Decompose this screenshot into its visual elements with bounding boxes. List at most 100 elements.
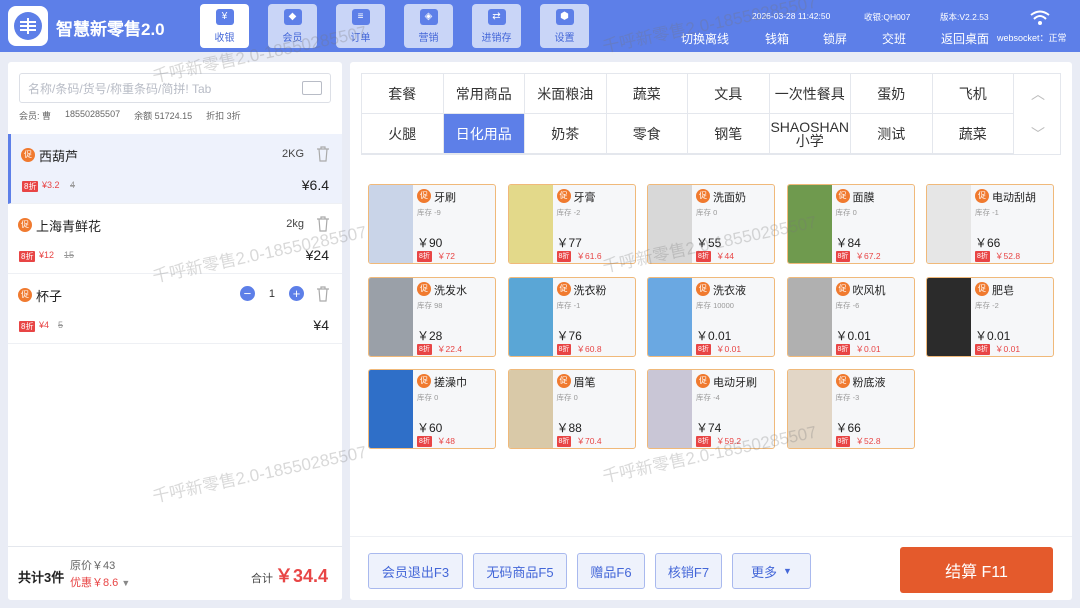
product-card[interactable]: 促电动牙刷 库存 -4 ￥74 8折 ￥59.2 — [647, 369, 775, 449]
discount-price: ￥72 — [437, 251, 455, 261]
trash-icon[interactable] — [316, 146, 330, 162]
nav-marketing[interactable]: ◈ 营销 — [404, 4, 453, 48]
product-stock: 库存 -9 — [417, 208, 441, 217]
promo-badge: 促 — [417, 281, 431, 296]
chevron-down-icon[interactable]: ﹀ — [1014, 114, 1062, 154]
category-tab[interactable]: 米面粮油 — [525, 74, 607, 114]
member-balance: 余额 51724.15 — [134, 111, 193, 121]
category-tab[interactable]: SHAOSHAN小学 — [769, 114, 851, 154]
top-bar: 智慧新零售2.0 ¥ 收银 ◆ 会员 ≡ 订单 ◈ 营销 ⇄ 进销存 ⬢ 设置 … — [0, 0, 1080, 52]
cashier-icon: ¥ — [215, 8, 234, 25]
product-card[interactable]: 促面膜 库存 0 ￥84 8折 ￥67.2 — [786, 184, 915, 264]
member-info: 会员: 曹 18550285507 余额 51724.15 折扣 3折 — [19, 109, 241, 122]
chevron-up-icon[interactable]: ︿ — [1014, 74, 1062, 114]
product-image — [508, 277, 553, 356]
product-price: ￥90 — [417, 236, 443, 250]
gift-button[interactable]: 赠品F6 — [577, 553, 645, 589]
nav-cashier[interactable]: ¥ 收银 — [200, 4, 249, 48]
product-price: ￥28 — [417, 328, 443, 343]
member-logout-button[interactable]: 会员退出F3 — [368, 553, 463, 589]
promo-badge: 促 — [556, 281, 571, 296]
product-image — [648, 185, 692, 263]
product-card[interactable]: 促粉底液 库存 -3 ￥66 8折 ￥52.8 — [786, 369, 915, 449]
product-card[interactable]: 促搓澡巾 库存 0 ￥60 8折 ￥48 — [368, 369, 496, 449]
increase-button[interactable]: + — [289, 286, 304, 301]
nav-label: 收银 — [214, 32, 235, 44]
nav-label: 设置 — [554, 32, 575, 44]
nav-settings[interactable]: ⬢ 设置 — [540, 4, 589, 48]
category-tab[interactable]: 飞机 — [932, 74, 1014, 114]
trash-icon[interactable] — [316, 286, 330, 302]
switch-offline-button[interactable]: 切换离线 — [681, 30, 729, 47]
promo-badge: 促 — [975, 189, 989, 203]
product-name: 洗衣液 — [713, 284, 746, 297]
category-tab[interactable]: 文具 — [688, 74, 770, 114]
discount-tag: 8折 — [19, 251, 36, 262]
product-card[interactable]: 促洗衣粉 库存 -1 ￥76 8折 ￥60.8 — [507, 276, 636, 357]
product-image — [369, 370, 413, 448]
quantity-stepper: − 1 + — [239, 286, 304, 301]
category-tab[interactable]: 测试 — [851, 114, 933, 154]
promo-badge: 促 — [18, 218, 32, 232]
category-tab[interactable]: 常用商品 — [443, 74, 525, 114]
category-tab[interactable]: 零食 — [606, 114, 688, 154]
cash-drawer-button[interactable]: 钱箱 — [765, 30, 789, 47]
category-tab[interactable]: 蔬菜 — [932, 114, 1014, 154]
category-grid: 套餐 常用商品 米面粮油 蔬菜 文具 一次性餐具 蛋奶 飞机 火腿 日化用品 奶茶 零食 钢笔 SHAOS… — [361, 73, 1061, 155]
search-input[interactable]: 名称/条码/货号/称重条码/简拼! Tab — [19, 73, 331, 103]
product-name: 眉笔 — [573, 377, 596, 389]
category-tab[interactable]: 蔬菜 — [606, 74, 688, 114]
checkout-button[interactable]: 结算 F11 — [900, 547, 1053, 593]
discount-price: ￥0.01 — [855, 343, 881, 354]
category-tab[interactable]: 日化用品 — [443, 114, 525, 154]
quantity-value[interactable]: 1 — [269, 288, 275, 300]
discount-sum[interactable]: 优惠￥8.6 ▼ — [70, 574, 130, 590]
product-card[interactable]: 促洗发水 库存 98 ￥28 8折 ￥22.4 — [368, 276, 496, 357]
trash-icon[interactable] — [316, 216, 330, 232]
item-orig-price: 15 — [64, 250, 75, 260]
discount-tag: 8折 — [19, 321, 36, 332]
cart-item[interactable]: 促 上海青鲜花 2kg 8折 ¥12 15 ¥24 — [8, 204, 342, 274]
category-tab[interactable]: 火腿 — [362, 114, 444, 154]
product-card[interactable]: 促牙刷 库存 -9 ￥90 8折 ￥72 — [368, 184, 496, 264]
verify-button[interactable]: 核销F7 — [655, 553, 722, 589]
category-tab[interactable]: 奶茶 — [525, 114, 607, 154]
product-name: 洗发水 — [434, 284, 467, 297]
category-tab[interactable]: 钢笔 — [688, 114, 770, 154]
decrease-button[interactable]: − — [239, 286, 255, 301]
product-card[interactable]: 促眉笔 库存 0 ￥88 8折 ￥70.4 — [507, 369, 636, 449]
cart-item[interactable]: 促 杯子 − 1 + 8折 ¥4 5 ¥4 — [8, 274, 342, 344]
item-unit: 2KG — [281, 148, 304, 160]
shift-handover-button[interactable]: 交班 — [882, 30, 906, 47]
websocket-status: websocket：正常 — [997, 33, 1067, 43]
return-desktop-button[interactable]: 返回桌面 — [941, 30, 989, 47]
nav-inventory[interactable]: ⇄ 进销存 — [472, 4, 521, 48]
nav-member[interactable]: ◆ 会员 — [268, 4, 317, 48]
cart-item[interactable]: 促 西葫芦 2KG 8折 ¥3.2 4 ¥6.4 — [8, 134, 342, 204]
item-price: ¥12 — [39, 250, 55, 260]
category-tab[interactable]: 蛋奶 — [851, 74, 933, 114]
product-card[interactable]: 促洗衣液 库存 10000 ￥0.01 8折 ￥0.01 — [647, 276, 775, 357]
diamond-icon: ◆ — [283, 8, 302, 25]
nav-order[interactable]: ≡ 订单 — [336, 4, 385, 48]
lock-screen-button[interactable]: 锁屏 — [823, 30, 847, 47]
keyboard-icon[interactable] — [302, 81, 322, 95]
product-image — [648, 277, 692, 356]
product-card[interactable]: 促牙膏 库存 -2 ￥77 8折 ￥61.6 — [507, 184, 636, 264]
member-discount: 折扣 3折 — [206, 111, 241, 121]
product-price: ￥0.01 — [835, 328, 871, 343]
no-barcode-button[interactable]: 无码商品F5 — [473, 553, 567, 589]
product-card[interactable]: 促洗面奶 库存 0 ￥55 8折 ￥44 — [647, 184, 775, 264]
more-button[interactable]: 更多 ▼ — [732, 553, 811, 589]
product-card[interactable]: 促肥皂 库存 -2 ￥0.01 8折 ￥0.01 — [926, 276, 1054, 357]
promo-badge: 促 — [417, 189, 431, 203]
product-card[interactable]: 促吹风机 库存 -6 ￥0.01 8折 ￥0.01 — [786, 276, 915, 357]
product-name: 洗面奶 — [713, 192, 746, 204]
product-card[interactable]: 促电动刮胡 库存 -1 ￥66 8折 ￥52.8 — [926, 184, 1054, 264]
cashier-id: 收银:QH007 — [864, 12, 911, 22]
discount-tag: 8折 — [556, 343, 572, 355]
category-tab[interactable]: 一次性餐具 — [769, 74, 851, 114]
product-image — [927, 277, 971, 356]
product-image — [648, 370, 692, 448]
category-tab[interactable]: 套餐 — [362, 74, 444, 114]
